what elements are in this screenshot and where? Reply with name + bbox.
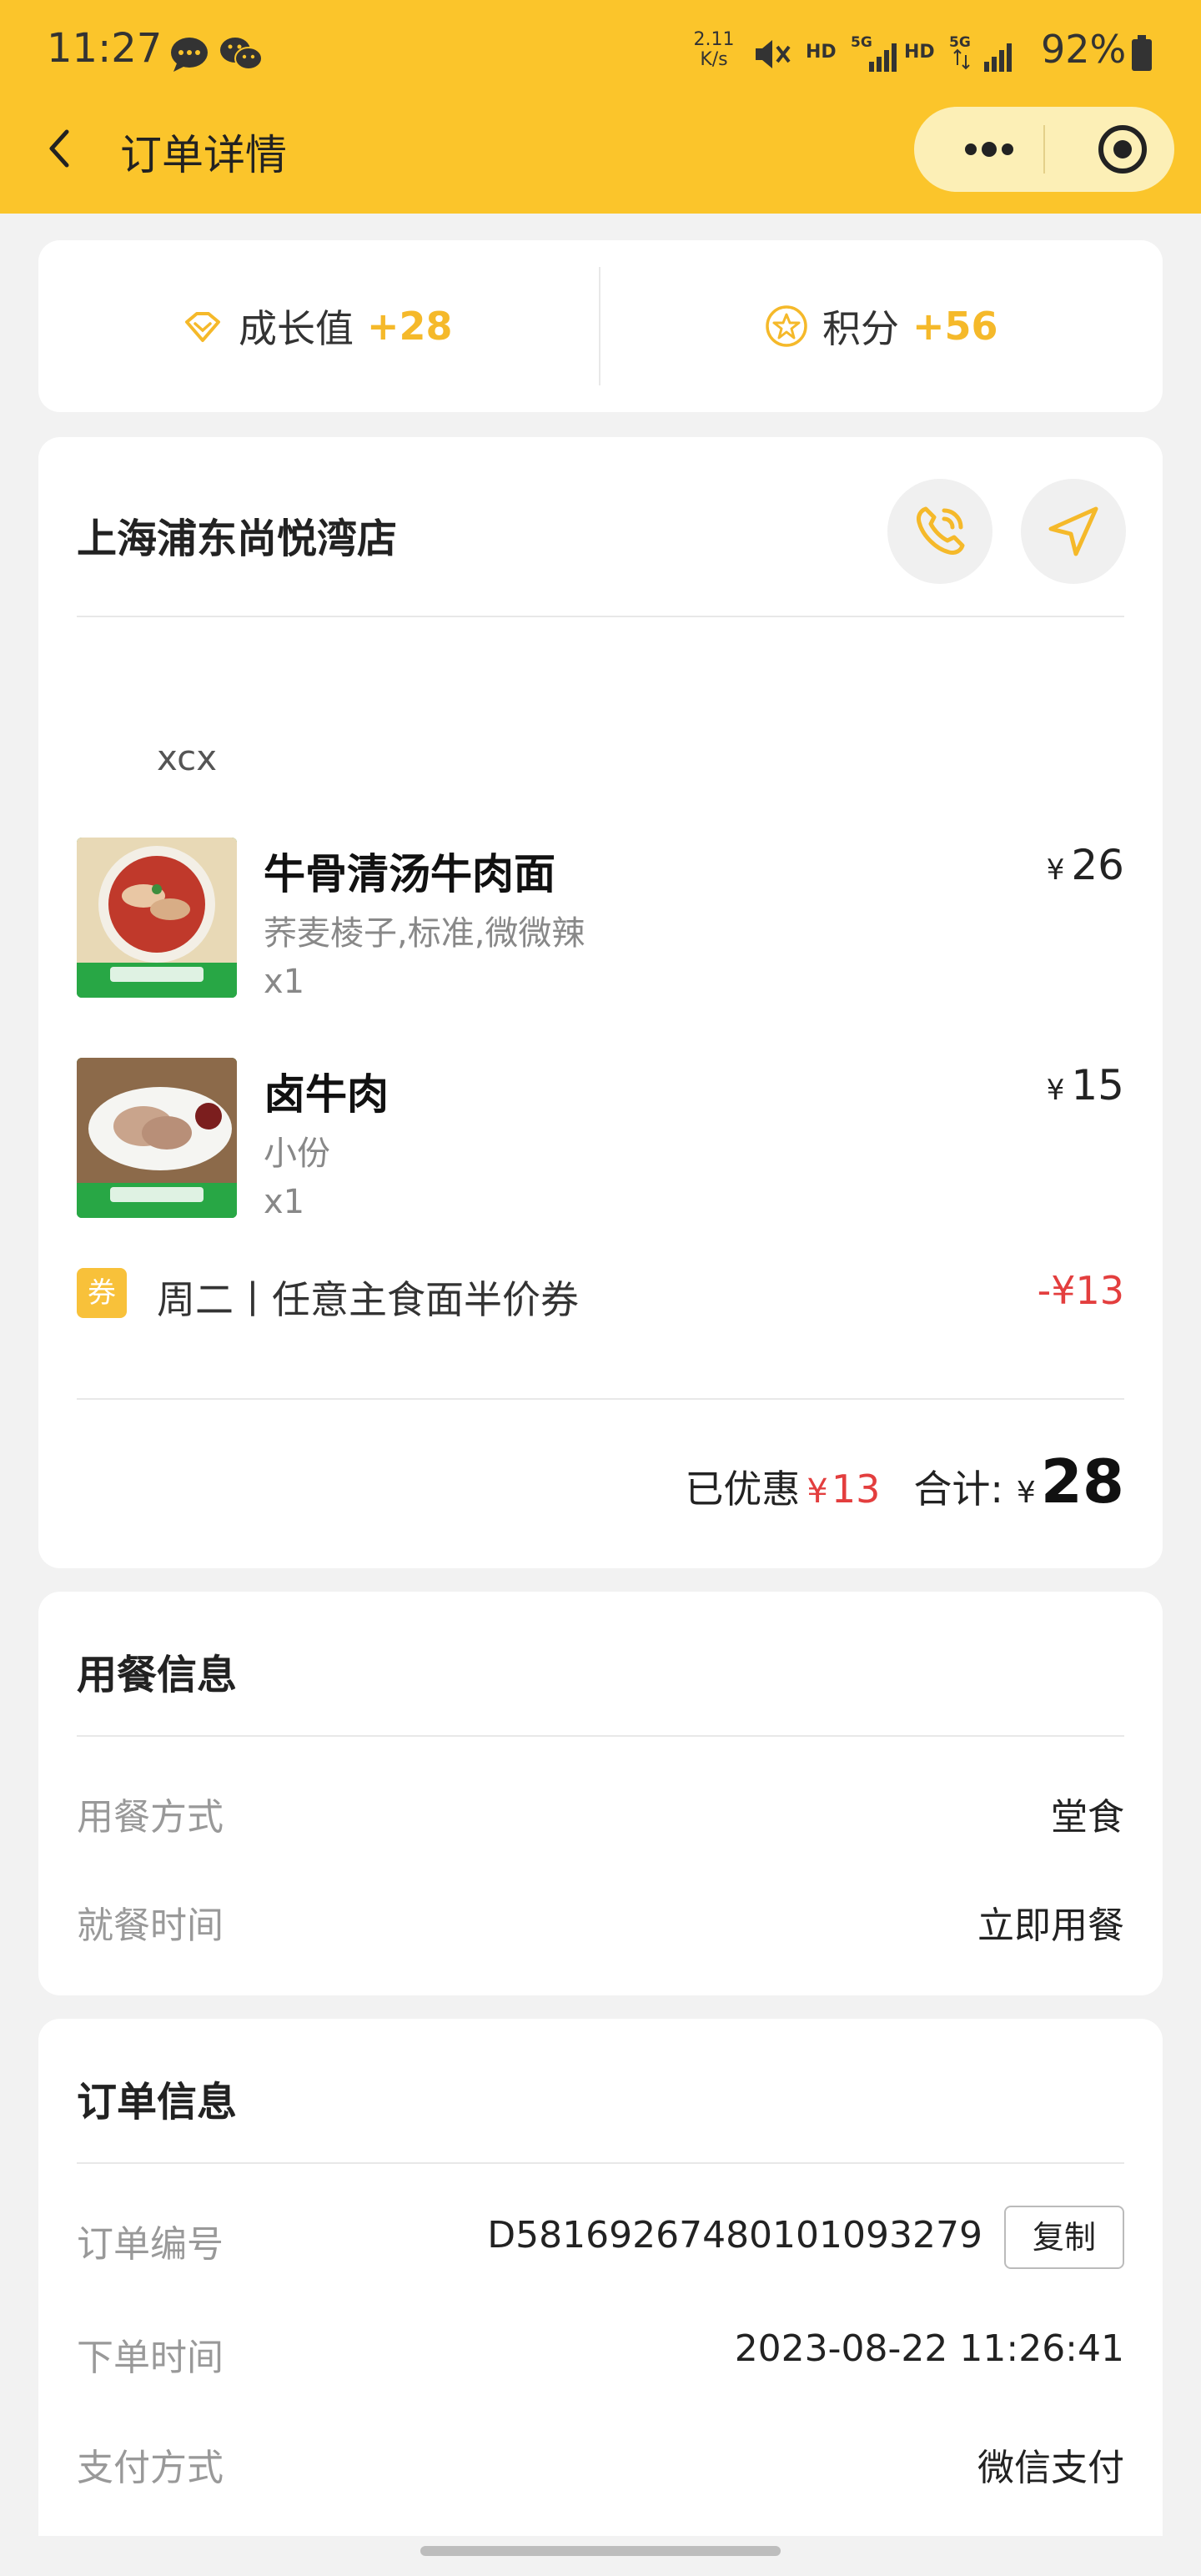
order-time-label: 下单时间 — [77, 2337, 224, 2379]
growth-reward: 成长值 +28 — [180, 299, 453, 354]
wechat-icon — [220, 38, 263, 70]
divider — [77, 1735, 1124, 1737]
item-price-value: 26 — [1071, 841, 1124, 889]
network-speed-value: 2.11 — [693, 29, 735, 50]
status-bar: 11:27 2.11 K/s HD 5G HD 5G 92% — [0, 0, 1201, 108]
star-badge-icon — [766, 305, 807, 347]
battery-percent: 92% — [1041, 27, 1127, 72]
section-title: 用餐信息 — [77, 1652, 238, 1698]
item-price-value: 15 — [1071, 1061, 1124, 1109]
back-arrow-icon[interactable] — [42, 122, 75, 175]
discount-value: 13 — [831, 1467, 881, 1512]
order-number-label: 订单编号 — [77, 2223, 224, 2266]
dining-mode-value: 堂食 — [1051, 1796, 1124, 1839]
item-image — [77, 838, 237, 998]
item-price: ¥15 — [1047, 1061, 1124, 1109]
hd-label: HD — [904, 42, 935, 63]
reward-divider — [599, 267, 600, 385]
network-speed-unit: K/s — [700, 49, 728, 70]
item-image — [77, 1058, 237, 1218]
points-reward: 积分 +56 — [764, 299, 998, 354]
signal-5g-icon: 5G — [949, 34, 1012, 72]
svg-text:5G: 5G — [851, 34, 872, 51]
growth-label: 成长值 — [239, 306, 354, 351]
order-summary: 已优惠 ¥13 合计: ¥ 28 — [685, 1446, 1124, 1517]
battery-icon — [1132, 35, 1152, 71]
coupon-amount: -¥13 — [1037, 1268, 1124, 1313]
hd-label: HD — [806, 42, 837, 63]
diamond-icon — [185, 312, 220, 342]
order-number: D58169267480101093279 — [487, 2214, 982, 2257]
points-label: 积分 — [822, 306, 899, 351]
divider — [77, 2162, 1124, 2164]
total-amount: 28 — [1040, 1446, 1124, 1517]
payment-method-label: 支付方式 — [77, 2447, 224, 2489]
points-value: +56 — [912, 304, 998, 349]
phone-icon — [917, 506, 965, 555]
app-header: 11:27 2.11 K/s HD 5G HD 5G 92% 订单详情 — [0, 0, 1201, 214]
capsule-divider — [1043, 125, 1045, 174]
navigate-store-button[interactable] — [1021, 479, 1126, 584]
home-indicator[interactable] — [420, 2546, 781, 2556]
item-name: 牛骨清汤牛肉面 — [264, 850, 555, 898]
mute-icon — [756, 40, 791, 68]
coupon-badge: 券 — [77, 1268, 127, 1318]
more-dots-icon[interactable] — [947, 107, 1031, 192]
dining-info-card: 用餐信息 用餐方式 堂食 就餐时间 立即用餐 — [38, 1592, 1163, 1995]
store-name: 上海浦东尚悦湾店 — [77, 516, 398, 562]
coupon-name: 周二丨任意主食面半价券 — [157, 1277, 579, 1322]
message-icon — [171, 38, 208, 72]
order-card: 上海浦东尚悦湾店 xcx 牛骨清汤牛肉面 荞麦棱子,标准,微微辣 x1 ¥26 — [38, 437, 1163, 1568]
divider — [77, 616, 1124, 617]
item-quantity: x1 — [264, 1183, 305, 1221]
network-speed: 2.11 K/s — [689, 30, 739, 70]
total-label: 合计: — [913, 1467, 1003, 1512]
discount-currency: ¥ — [807, 1472, 828, 1511]
status-time: 11:27 — [47, 25, 163, 72]
navigation-arrow-icon — [1048, 506, 1098, 556]
call-store-button[interactable] — [887, 479, 992, 584]
payment-method: 微信支付 — [977, 2447, 1124, 2489]
dining-time-value: 立即用餐 — [977, 1904, 1124, 1947]
order-info-card: 订单信息 订单编号 D58169267480101093279 复制 下单时间 … — [38, 2019, 1163, 2536]
item-price: ¥26 — [1047, 841, 1124, 889]
dining-mode-label: 用餐方式 — [77, 1796, 224, 1839]
item-spec: 荞麦棱子,标准,微微辣 — [264, 914, 585, 953]
divider — [77, 1398, 1124, 1400]
item-name: 卤牛肉 — [264, 1070, 389, 1119]
item-currency: ¥ — [1046, 1074, 1065, 1107]
growth-value: +28 — [367, 304, 453, 349]
discount-label: 已优惠 — [685, 1467, 801, 1512]
item-spec: 小份 — [264, 1135, 330, 1173]
miniprogram-capsule — [914, 107, 1174, 192]
item-quantity: x1 — [264, 963, 305, 1001]
order-note: xcx — [157, 737, 218, 778]
order-time: 2023-08-22 11:26:41 — [734, 2327, 1124, 2370]
rewards-card: 成长值 +28 积分 +56 — [38, 240, 1163, 412]
section-title: 订单信息 — [77, 2079, 238, 2126]
discount-amount: ¥13 — [807, 1467, 880, 1512]
dining-time-label: 就餐时间 — [77, 1904, 224, 1947]
page-title: 订单详情 — [120, 131, 287, 179]
total-currency: ¥ — [1016, 1476, 1036, 1510]
close-target-icon[interactable] — [1081, 107, 1164, 192]
item-currency: ¥ — [1046, 853, 1065, 887]
signal-5g-icon: 5G — [851, 34, 897, 72]
svg-text:5G: 5G — [949, 34, 971, 51]
copy-order-number-button[interactable]: 复制 — [1004, 2206, 1124, 2269]
